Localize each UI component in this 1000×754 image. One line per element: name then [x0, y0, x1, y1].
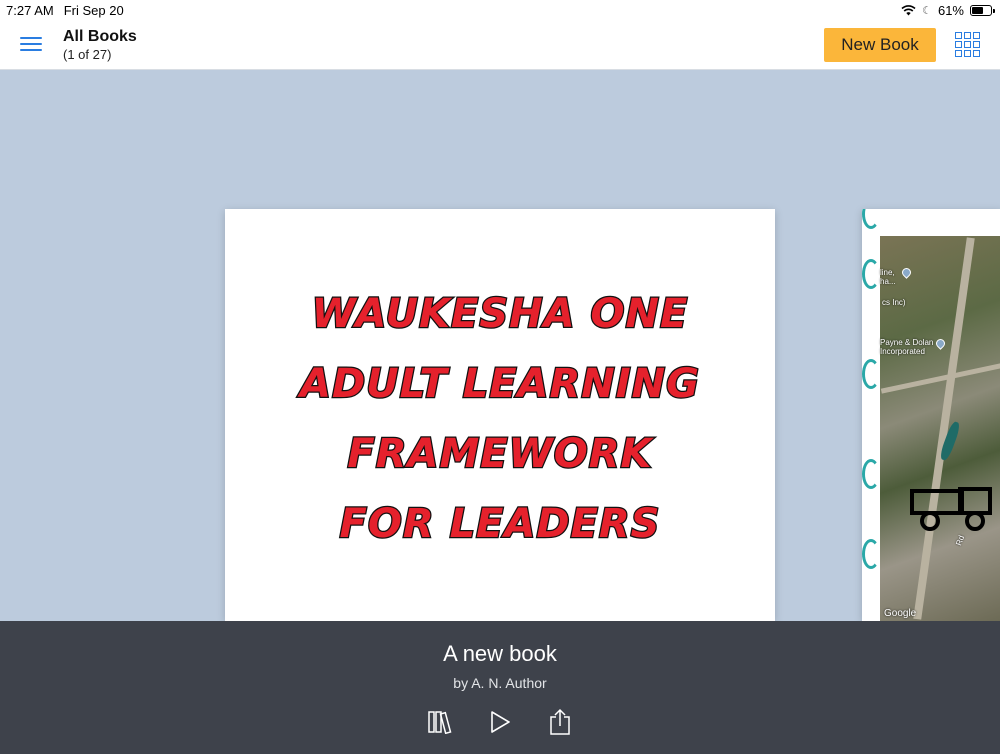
share-icon[interactable]	[545, 707, 575, 737]
cover-line: Adult Learning	[299, 360, 700, 409]
truck-drawing	[910, 487, 992, 531]
cover-line: Waukesha One	[310, 290, 689, 339]
play-icon[interactable]	[485, 707, 515, 737]
status-bar: 7:27 AM Fri Sep 20 ☾ 61%	[0, 0, 1000, 20]
library-icon[interactable]	[425, 707, 455, 737]
moon-icon: ☾	[922, 5, 932, 17]
new-book-button[interactable]: New Book	[824, 28, 936, 62]
map-credit: Google	[884, 608, 917, 619]
dna-decoration	[862, 359, 880, 389]
battery-icon	[970, 5, 995, 16]
cover-line: For Leaders	[338, 500, 661, 549]
map-pin-icon	[934, 337, 947, 350]
battery-percent: 61%	[937, 3, 964, 18]
grid-view-icon[interactable]	[955, 32, 981, 58]
wifi-icon	[901, 5, 916, 16]
cover-line: Framework	[346, 430, 653, 479]
book-cover-current[interactable]: Waukesha One Adult Learning Framework Fo…	[225, 209, 775, 621]
dna-decoration	[862, 459, 880, 489]
status-date: Fri Sep 20	[63, 3, 124, 18]
book-cover-next[interactable]: line, ha... cs Inc) Payne & Dolan Incorp…	[862, 209, 1000, 621]
map-image: line, ha... cs Inc) Payne & Dolan Incorp…	[880, 236, 1000, 621]
map-label: ha...	[880, 277, 896, 286]
map-pin-icon	[900, 266, 913, 279]
book-count: (1 of 27)	[63, 47, 112, 62]
status-time: 7:27 AM	[6, 3, 54, 18]
map-label: cs Inc)	[882, 298, 906, 307]
book-author: by A. N. Author	[453, 675, 547, 691]
top-bar: All Books (1 of 27) New Book	[0, 20, 1000, 70]
book-info-bar: A new book by A. N. Author	[0, 621, 1000, 754]
cover-text: Waukesha One Adult Learning Framework Fo…	[225, 279, 775, 559]
hamburger-icon[interactable]	[18, 33, 44, 55]
map-label: Incorporated	[880, 347, 925, 356]
book-actions	[0, 707, 1000, 737]
map-label: Payne & Dolan	[880, 338, 934, 347]
book-title: A new book	[443, 641, 557, 666]
dna-decoration	[862, 259, 880, 289]
dna-decoration	[862, 539, 880, 569]
page-title: All Books	[63, 28, 137, 45]
title-block: All Books (1 of 27)	[63, 28, 137, 62]
dna-decoration	[862, 209, 880, 229]
map-label: line,	[880, 268, 895, 277]
